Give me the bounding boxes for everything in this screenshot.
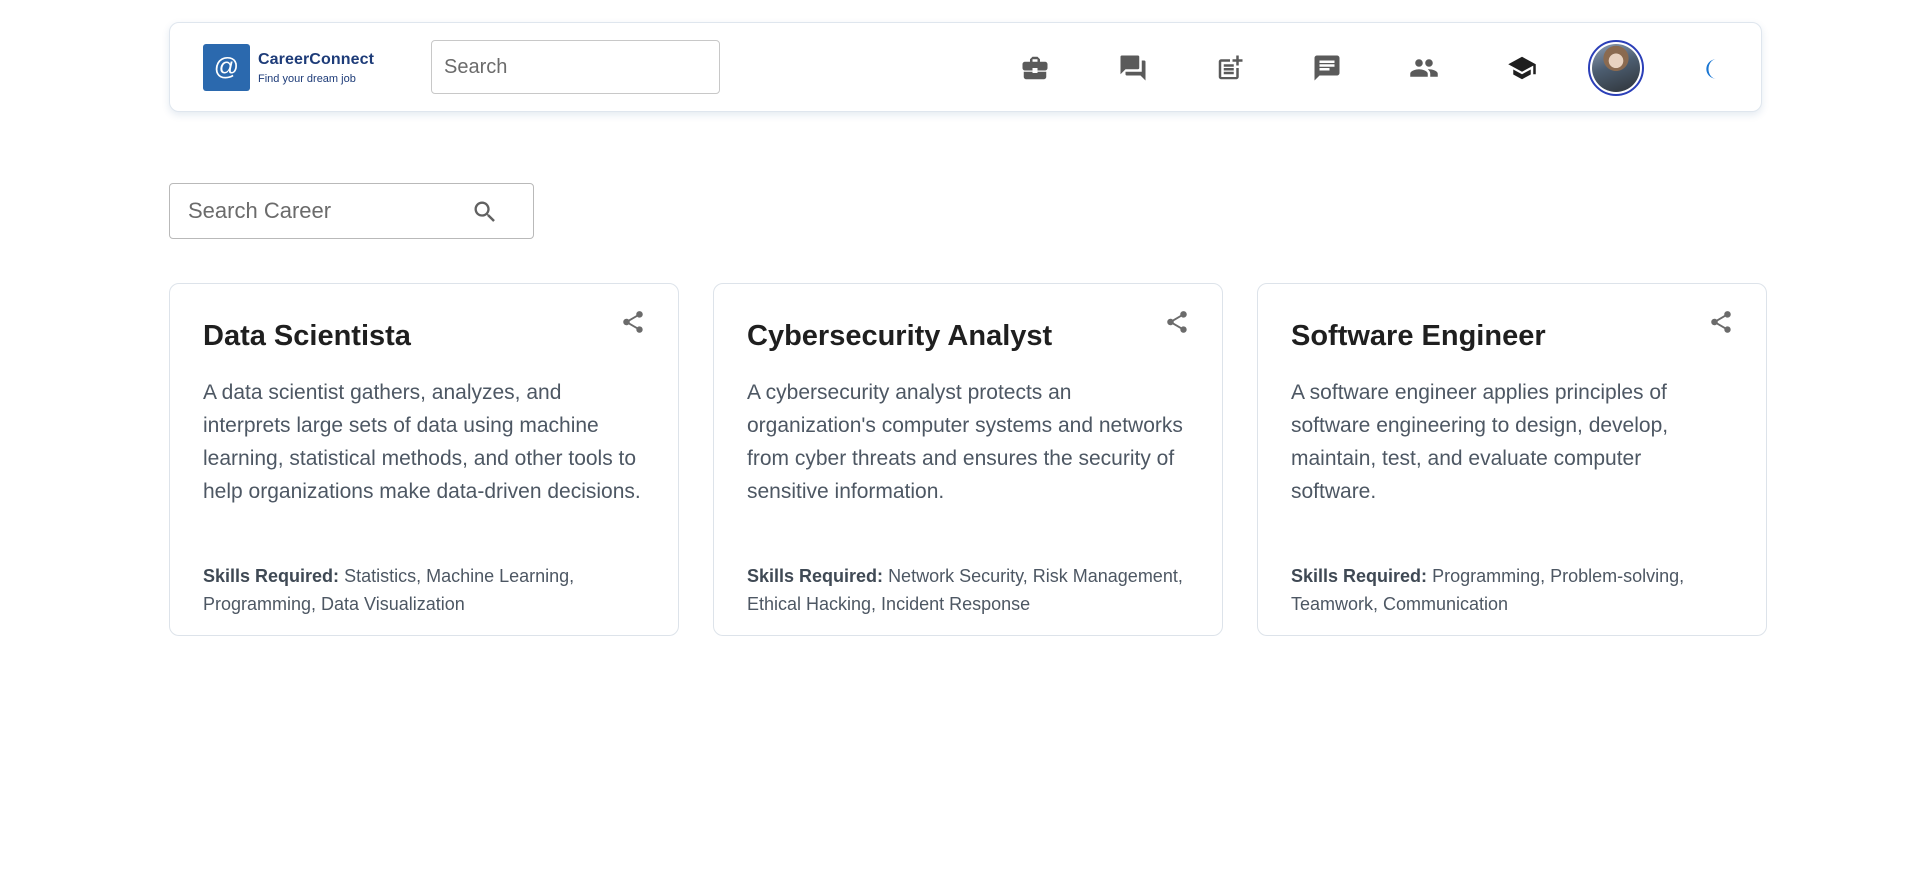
- career-description: A data scientist gathers, analyzes, and …: [203, 381, 641, 503]
- career-title: Data Scientista: [203, 320, 411, 352]
- skills-label: Skills Required:: [1291, 566, 1428, 586]
- share-button[interactable]: [620, 309, 646, 335]
- network-nav-button[interactable]: [1407, 51, 1441, 85]
- career-description: A cybersecurity analyst protects an orga…: [747, 381, 1183, 503]
- messages-nav-button[interactable]: [1310, 51, 1344, 85]
- skills-label: Skills Required:: [203, 566, 340, 586]
- career-search-input[interactable]: [170, 184, 460, 238]
- logo-tagline: Find your dream job: [258, 72, 356, 85]
- career-skills: Skills Required: Programming, Problem-so…: [1291, 562, 1741, 618]
- avatar-image: [1592, 44, 1640, 92]
- school-icon: [1508, 56, 1536, 80]
- forum-icon: [1120, 55, 1146, 81]
- people-icon: [1410, 59, 1438, 77]
- career-skills: Skills Required: Network Security, Risk …: [747, 562, 1197, 618]
- search-icon: [474, 201, 495, 222]
- skills-label: Skills Required:: [747, 566, 884, 586]
- share-button[interactable]: [1708, 309, 1734, 335]
- forum-nav-button[interactable]: [1116, 51, 1150, 85]
- briefcase-icon: [1022, 56, 1048, 80]
- theme-toggle-button[interactable]: [1702, 56, 1728, 82]
- post-add-icon: [1218, 55, 1243, 80]
- user-avatar[interactable]: [1588, 40, 1644, 96]
- top-navbar: @ CareerConnect Find your dream job: [169, 22, 1762, 112]
- chat-icon: [1314, 55, 1340, 81]
- career-title: Cybersecurity Analyst: [747, 320, 1053, 352]
- career-card[interactable]: Cybersecurity Analyst A cybersecurity an…: [713, 283, 1223, 636]
- logo-name: CareerConnect: [258, 50, 375, 68]
- jobs-nav-button[interactable]: [1018, 51, 1052, 85]
- career-skills: Skills Required: Statistics, Machine Lea…: [203, 562, 653, 618]
- share-icon: [1167, 311, 1187, 333]
- moon-icon: [1706, 59, 1717, 79]
- career-card[interactable]: Data Scientista A data scientist gathers…: [169, 283, 679, 636]
- logo-mark: @: [203, 44, 250, 91]
- career-card[interactable]: Software Engineer A software engineer ap…: [1257, 283, 1767, 636]
- share-icon: [1711, 311, 1731, 333]
- logo[interactable]: @ CareerConnect Find your dream job: [203, 44, 374, 91]
- career-search-button[interactable]: [471, 198, 499, 226]
- share-icon: [623, 311, 643, 333]
- create-post-nav-button[interactable]: [1213, 51, 1247, 85]
- share-button[interactable]: [1164, 309, 1190, 335]
- careers-nav-button[interactable]: [1505, 51, 1539, 85]
- career-title: Software Engineer: [1291, 320, 1546, 352]
- career-description: A software engineer applies principles o…: [1291, 381, 1669, 503]
- career-search-box: [169, 183, 534, 239]
- global-search-input[interactable]: [431, 40, 720, 94]
